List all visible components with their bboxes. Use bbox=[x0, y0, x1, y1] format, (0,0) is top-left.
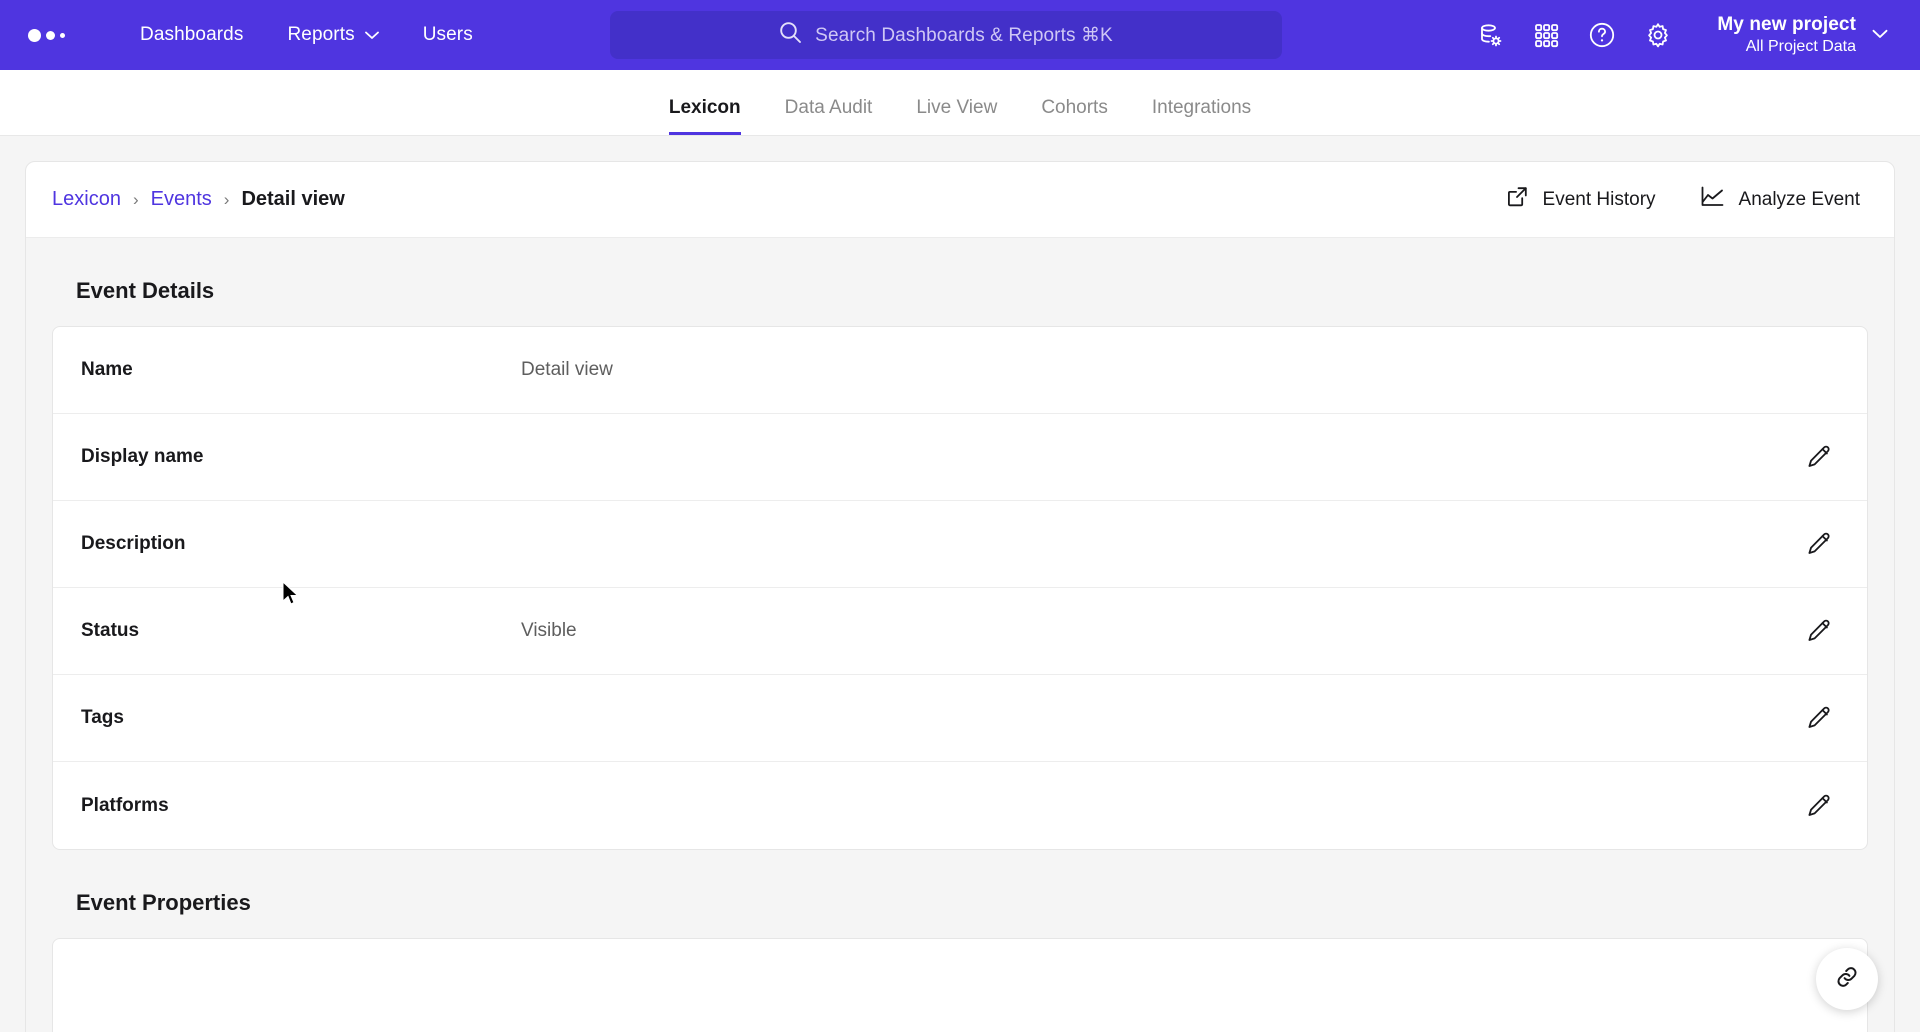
event-properties-table bbox=[52, 938, 1868, 1032]
row-value-name: Detail view bbox=[521, 359, 613, 380]
row-label-name: Name bbox=[81, 359, 133, 380]
row-label-display-name: Display name bbox=[81, 446, 204, 467]
table-row: Platforms bbox=[53, 762, 1867, 849]
breadcrumb-item-lexicon[interactable]: Lexicon bbox=[52, 188, 121, 211]
nav-item-reports[interactable]: Reports bbox=[265, 14, 400, 56]
breadcrumb-separator-icon: › bbox=[223, 189, 230, 209]
nav-item-dashboards[interactable]: Dashboards bbox=[118, 14, 265, 56]
nav-item-dashboards-label: Dashboards bbox=[140, 24, 244, 45]
project-name: My new project bbox=[1717, 14, 1856, 36]
primary-nav-links: Dashboards Reports Users bbox=[118, 14, 495, 56]
analyze-event-label: Analyze Event bbox=[1738, 188, 1860, 210]
help-circle-icon[interactable] bbox=[1579, 12, 1625, 58]
row-label-status: Status bbox=[81, 620, 140, 641]
table-row: Name Detail view bbox=[53, 327, 1867, 414]
edit-description-button[interactable] bbox=[1799, 524, 1839, 564]
tab-live-view-label: Live View bbox=[916, 97, 998, 118]
card-header-actions: Event History Analyze Event bbox=[1502, 179, 1864, 220]
tab-live-view[interactable]: Live View bbox=[894, 97, 1019, 135]
event-details-title: Event Details bbox=[76, 278, 215, 303]
breadcrumb-item-current: Detail view bbox=[241, 188, 345, 210]
project-selector-text: My new project All Project Data bbox=[1717, 13, 1856, 57]
main-content-area: Lexicon › Events › Detail view Event His… bbox=[0, 136, 1920, 1032]
copy-link-button[interactable] bbox=[1816, 948, 1878, 1010]
edit-status-button[interactable] bbox=[1799, 611, 1839, 651]
event-details-table: Name Detail view Display name Descriptio… bbox=[52, 326, 1868, 850]
nav-item-users[interactable]: Users bbox=[401, 14, 495, 56]
tab-cohorts[interactable]: Cohorts bbox=[1019, 97, 1130, 135]
table-row: Tags bbox=[53, 675, 1867, 762]
search-placeholder: Search Dashboards & Reports ⌘K bbox=[815, 24, 1113, 46]
card-header: Lexicon › Events › Detail view Event His… bbox=[26, 162, 1894, 238]
tab-integrations-label: Integrations bbox=[1151, 97, 1252, 118]
edit-display-name-button[interactable] bbox=[1799, 437, 1839, 477]
card-body: Event Details Name Detail view Display n… bbox=[26, 238, 1894, 1032]
tab-lexicon[interactable]: Lexicon bbox=[647, 97, 763, 135]
tab-cohorts-label: Cohorts bbox=[1041, 97, 1108, 118]
table-row: Display name bbox=[53, 414, 1867, 501]
breadcrumb: Lexicon › Events › Detail view bbox=[52, 188, 345, 211]
event-detail-card: Lexicon › Events › Detail view Event His… bbox=[25, 161, 1895, 1032]
search-icon bbox=[779, 21, 802, 49]
row-value-status: Visible bbox=[521, 620, 577, 641]
line-chart-icon bbox=[1700, 185, 1725, 214]
database-gear-icon[interactable] bbox=[1467, 12, 1513, 58]
breadcrumb-separator-icon: › bbox=[132, 189, 139, 209]
section-tab-bar: Lexicon Data Audit Live View Cohorts Int… bbox=[0, 70, 1920, 136]
table-row: Status Visible bbox=[53, 588, 1867, 675]
top-nav-right-actions: My new project All Project Data bbox=[1467, 9, 1898, 61]
edit-tags-button[interactable] bbox=[1799, 698, 1839, 738]
row-label-description: Description bbox=[81, 533, 186, 554]
settings-gear-icon[interactable] bbox=[1635, 12, 1681, 58]
tab-data-audit-label: Data Audit bbox=[784, 97, 873, 118]
table-row: Description bbox=[53, 501, 1867, 588]
breadcrumb-item-events[interactable]: Events bbox=[151, 188, 212, 211]
external-link-icon bbox=[1506, 185, 1529, 214]
top-navigation-bar: Dashboards Reports Users Search Dashboar… bbox=[0, 0, 1920, 70]
logo-dot-large bbox=[28, 28, 41, 42]
edit-platforms-button[interactable] bbox=[1799, 786, 1839, 826]
chevron-down-icon bbox=[364, 24, 379, 46]
search-input[interactable]: Search Dashboards & Reports ⌘K bbox=[610, 11, 1282, 59]
project-selector[interactable]: My new project All Project Data bbox=[1699, 9, 1898, 61]
tab-integrations[interactable]: Integrations bbox=[1130, 97, 1273, 135]
row-label-tags: Tags bbox=[81, 707, 124, 728]
chevron-down-icon bbox=[1872, 26, 1888, 44]
tab-lexicon-label: Lexicon bbox=[668, 97, 741, 118]
tab-data-audit[interactable]: Data Audit bbox=[763, 97, 895, 135]
project-subtitle: All Project Data bbox=[1745, 37, 1856, 55]
apps-grid-icon[interactable] bbox=[1523, 12, 1569, 58]
mixpanel-logo[interactable] bbox=[22, 28, 82, 42]
nav-item-users-label: Users bbox=[422, 24, 473, 45]
analyze-event-button[interactable]: Analyze Event bbox=[1696, 179, 1864, 220]
event-history-label: Event History bbox=[1542, 188, 1656, 210]
logo-dot-medium bbox=[46, 30, 55, 40]
event-history-button[interactable]: Event History bbox=[1502, 179, 1660, 220]
link-chain-icon bbox=[1833, 963, 1861, 996]
nav-item-reports-label: Reports bbox=[287, 24, 355, 45]
row-label-platforms: Platforms bbox=[81, 794, 169, 816]
event-properties-title: Event Properties bbox=[76, 890, 251, 915]
logo-dot-small bbox=[60, 32, 65, 38]
